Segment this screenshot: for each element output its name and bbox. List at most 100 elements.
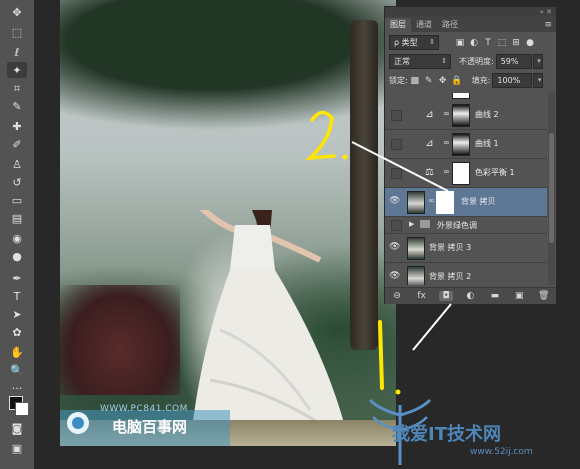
eye-icon[interactable]: 👁 — [389, 271, 400, 281]
expand-arrow-icon[interactable]: ▶ — [409, 220, 414, 228]
layer-mask-thumbnail[interactable] — [452, 133, 470, 156]
tools-panel: ✥ ⬚ ℓ ✦ ⌗ ✎ ✚ ✐ ♙ ↺ ▭ ▤ ◉ ● ✒ T ➤ ✿ ✋ 🔍 … — [0, 0, 35, 469]
layer-thumbnail[interactable] — [407, 266, 425, 285]
healing-brush-tool-icon[interactable]: ✚ — [7, 118, 27, 134]
filter-kind-select[interactable]: ρ 类型 ⇕ — [389, 35, 439, 50]
new-layer-icon[interactable]: ▣ — [512, 291, 526, 301]
link-icon: ∞ — [443, 167, 450, 176]
wedding-photo — [60, 0, 396, 446]
layer-name: 曲线 2 — [475, 110, 499, 119]
filter-adjustment-icon[interactable]: ◐ — [467, 37, 481, 49]
opacity-value: 59% — [500, 57, 519, 66]
blend-mode-value: 正常 — [394, 57, 410, 66]
layer-thumbnail[interactable] — [407, 191, 425, 214]
opacity-input[interactable]: 59% — [495, 54, 532, 69]
eye-icon[interactable]: 👁 — [389, 196, 400, 206]
layer-row-background-copy-3[interactable]: 👁 背景 拷贝 3 — [385, 234, 547, 263]
photo-watermark-title: 电脑百事网 — [112, 418, 188, 436]
visibility-toggle[interactable] — [391, 168, 402, 179]
tab-paths[interactable]: 路径 — [437, 18, 463, 32]
eye-icon[interactable]: 👁 — [389, 242, 400, 252]
layer-row-color-balance-1[interactable]: ⚖ ∞ 色彩平衡 1 — [385, 159, 547, 188]
panel-menu-icon[interactable]: ≡ — [544, 18, 556, 32]
clone-stamp-tool-icon[interactable]: ♙ — [7, 156, 27, 172]
layer-name: 色彩平衡 1 — [475, 168, 515, 177]
scrollbar-thumb[interactable] — [549, 133, 554, 243]
shape-tool-icon[interactable]: ✿ — [7, 324, 27, 340]
curves-adjustment-icon: ⊿ — [425, 109, 434, 120]
visibility-toggle[interactable] — [391, 139, 402, 150]
visibility-toggle[interactable] — [391, 110, 402, 121]
brush-tool-icon[interactable]: ✐ — [7, 136, 27, 152]
filter-pixel-icon[interactable]: ▣ — [453, 37, 467, 49]
fill-label: 填充: — [471, 76, 491, 85]
pen-tool-icon[interactable]: ✒ — [7, 270, 27, 286]
panel-titlebar[interactable]: « ✕ — [385, 7, 556, 16]
new-group-icon[interactable]: ▬ — [488, 291, 502, 301]
layer-mask-thumbnail[interactable] — [452, 104, 470, 127]
filter-type-icon[interactable]: T — [481, 37, 495, 49]
layers-bottom-bar: ⊖ fx ◘ ◐ ▬ ▣ 🗑 — [385, 287, 556, 304]
background-color-swatch[interactable] — [15, 402, 29, 416]
filter-toggle-icon[interactable]: ● — [523, 37, 537, 49]
lock-all-icon[interactable]: 🔒 — [450, 75, 464, 87]
layer-mask-thumbnail[interactable] — [452, 93, 470, 99]
filter-smart-object-icon[interactable]: ⊞ — [509, 37, 523, 49]
tab-layers[interactable]: 图层 — [385, 18, 411, 32]
filter-kind-value: 类型 — [401, 38, 418, 47]
gradient-tool-icon[interactable]: ▤ — [7, 210, 27, 226]
blur-tool-icon[interactable]: ◉ — [7, 230, 27, 246]
type-tool-icon[interactable]: T — [7, 288, 27, 304]
magic-wand-tool-icon[interactable]: ✦ — [7, 62, 27, 78]
panel-tabs: 图层 通道 路径 ≡ — [385, 16, 556, 32]
site-watermark-url: www.52ij.com — [470, 447, 533, 457]
fill-input[interactable]: 100% — [492, 73, 533, 88]
layer-thumbnail[interactable] — [407, 237, 425, 260]
quick-mask-icon[interactable]: ◙ — [7, 420, 27, 436]
new-adjustment-layer-icon[interactable]: ◐ — [463, 291, 477, 301]
filter-shape-icon[interactable]: ⬚ — [495, 37, 509, 49]
lock-label: 锁定: — [389, 76, 408, 85]
eyedropper-tool-icon[interactable]: ✎ — [7, 98, 27, 114]
layer-name: 曲线 1 — [475, 139, 499, 148]
move-tool-icon[interactable]: ✥ — [7, 4, 27, 20]
lock-image-icon[interactable]: ✎ — [422, 75, 436, 87]
hand-tool-icon[interactable]: ✋ — [7, 344, 27, 360]
layer-style-fx-icon[interactable]: fx — [415, 291, 429, 301]
layer-row-background-copy-2[interactable]: 👁 背景 拷贝 2 — [385, 263, 547, 285]
lock-transparent-icon[interactable]: ▩ — [408, 75, 422, 87]
history-brush-tool-icon[interactable]: ↺ — [7, 174, 27, 190]
visibility-toggle[interactable] — [391, 220, 402, 231]
layers-scrollbar[interactable] — [548, 93, 555, 285]
link-icon: ∞ — [428, 196, 435, 205]
screen-mode-icon[interactable]: ▣ — [7, 440, 27, 456]
add-layer-mask-icon[interactable]: ◘ — [439, 291, 454, 301]
opacity-dropdown-button[interactable]: ▾ — [532, 54, 543, 69]
layer-name: 背景 拷贝 3 — [429, 243, 472, 252]
layer-row-curves-1[interactable]: ⊿ ∞ 曲线 1 — [385, 130, 547, 159]
lock-fill-row: 锁定: ▩ ✎ ✥ 🔒 填充: 100% ▾ — [385, 73, 560, 88]
tree-trunk — [350, 20, 378, 350]
eraser-tool-icon[interactable]: ▭ — [7, 192, 27, 208]
lasso-tool-icon[interactable]: ℓ — [7, 44, 27, 60]
tab-channels[interactable]: 通道 — [411, 18, 437, 32]
lock-position-icon[interactable]: ✥ — [436, 75, 450, 87]
link-layers-icon[interactable]: ⊖ — [390, 291, 404, 301]
crop-tool-icon[interactable]: ⌗ — [7, 80, 27, 96]
fill-dropdown-button[interactable]: ▾ — [533, 73, 544, 88]
layer-group-outdoor-green[interactable]: ▶ 外景绿色调 — [385, 217, 547, 234]
layer-mask-thumbnail[interactable] — [452, 162, 470, 185]
dodge-tool-icon[interactable]: ● — [7, 248, 27, 264]
layer-mask-thumbnail[interactable] — [436, 191, 454, 214]
delete-layer-icon[interactable]: 🗑 — [537, 291, 551, 301]
marquee-tool-icon[interactable]: ⬚ — [7, 24, 27, 40]
blend-mode-select[interactable]: 正常 ⇕ — [389, 54, 451, 69]
zoom-tool-icon[interactable]: 🔍 — [7, 362, 27, 378]
extra-tools-icon[interactable]: ··· — [7, 380, 27, 396]
collapse-icon[interactable]: « ✕ — [540, 8, 552, 16]
filter-search-icon: ρ — [394, 38, 402, 47]
path-selection-tool-icon[interactable]: ➤ — [7, 306, 27, 322]
link-icon: ∞ — [443, 109, 450, 118]
layer-row-curves-2[interactable]: ⊿ ∞ 曲线 2 — [385, 101, 547, 130]
layer-row-background-copy[interactable]: 👁 ∞ 背景 拷贝 — [385, 188, 547, 217]
